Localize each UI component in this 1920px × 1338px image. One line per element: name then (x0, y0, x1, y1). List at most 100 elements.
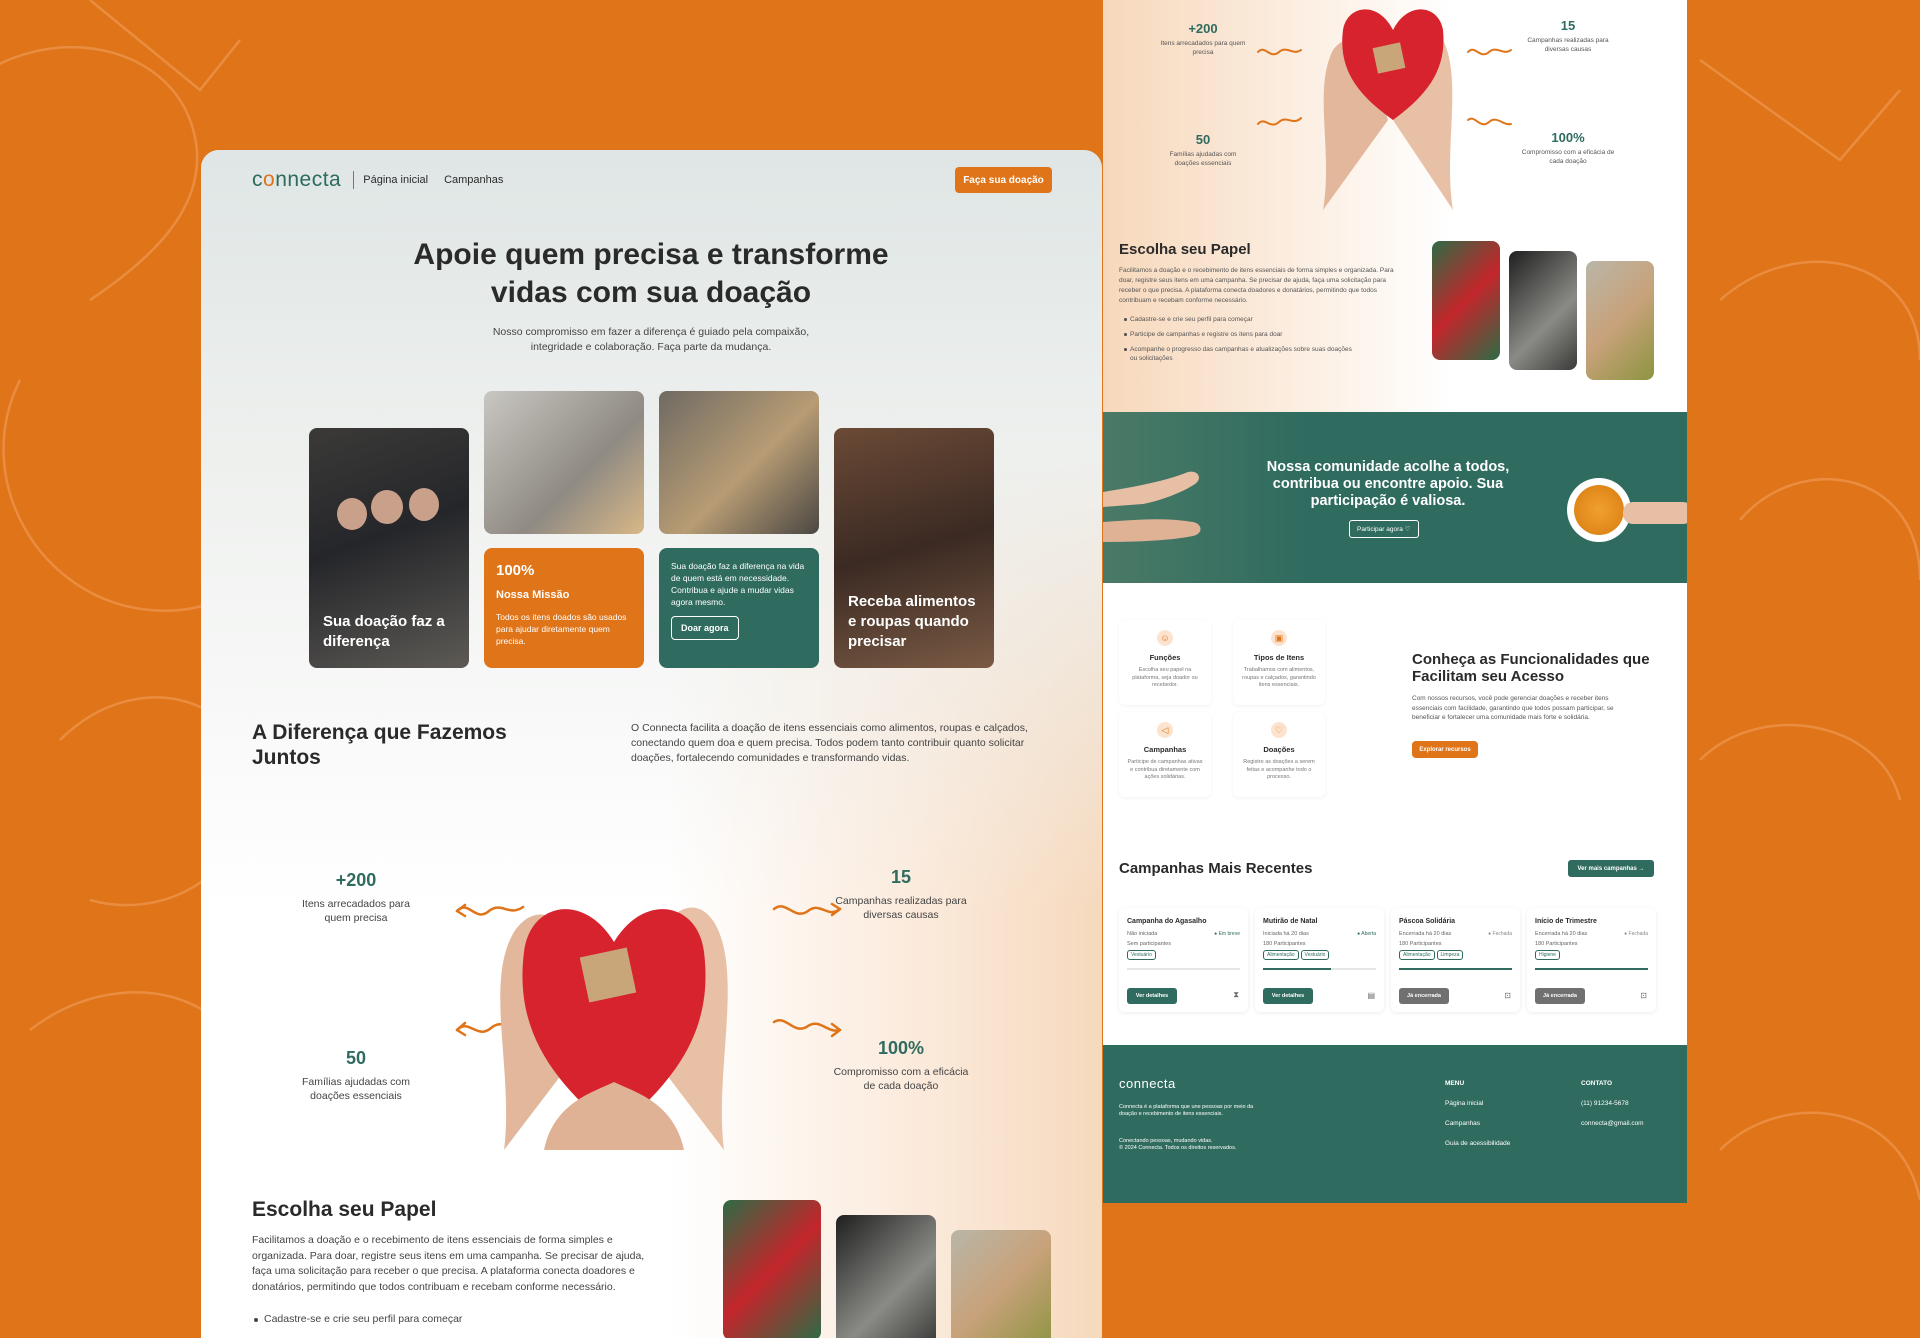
footer-link-accessibility[interactable]: Guia de acessibilidade (1445, 1140, 1510, 1147)
stat-value: 50 (345, 1048, 367, 1068)
campaign-participants: 180 Participantes (1535, 941, 1578, 947)
stat-value: +200 (335, 870, 377, 890)
status-text: Em breve (1218, 931, 1240, 937)
campaign-card[interactable]: Início de Trimestre Encerrada há 20 dias… (1527, 908, 1656, 1012)
nav-link-home[interactable]: Página inicial (363, 174, 428, 186)
cta-card-text: Sua doação faz a diferença na vida de qu… (671, 561, 805, 607)
category-tag: Alimentação (1263, 950, 1299, 960)
role-text: Facilitamos a doação e o recebimento de … (1119, 267, 1394, 304)
footer-copyright: © 2024 Connecta. Todos os direitos reser… (1119, 1145, 1237, 1151)
closed-button[interactable]: Já encerrada (1399, 988, 1449, 1004)
campaign-date: Encerrada há 20 dias (1535, 931, 1588, 937)
stat-value: +200 (1188, 21, 1218, 36)
category-tag: Vestuário (1127, 950, 1156, 960)
stat-families: 50 Famílias ajudadas com doações essenci… (291, 1048, 421, 1103)
child-face (371, 490, 403, 524)
stat-items: +200 Itens arrecadados para quem precisa (1158, 21, 1248, 57)
child-photo (1586, 261, 1654, 380)
category-tag: Vestuário (1300, 950, 1330, 960)
feature-text: Participe de campanhas ativas e contribu… (1127, 759, 1203, 780)
status-text: Fechada (1492, 931, 1512, 937)
arrow-right-icon: → (1638, 865, 1645, 872)
status-text: Aberta (1361, 931, 1376, 937)
closed-button[interactable]: Já encerrada (1535, 988, 1585, 1004)
campaign-progress (1127, 968, 1240, 970)
arrow-squiggle-icon (1467, 48, 1512, 56)
explore-features-button[interactable]: Explorar recursos (1412, 741, 1478, 758)
nav-link-campaigns[interactable]: Campanhas (444, 174, 503, 186)
food-box-photo (659, 391, 819, 534)
role-bullet: Cadastre-se e crie seu perfil para começ… (1124, 315, 1360, 324)
footer-email[interactable]: connecta@gmail.com (1581, 1120, 1644, 1127)
role-title: Escolha seu Papel (1119, 241, 1251, 258)
features-text: Com nossos recursos, você pode gerenciar… (1412, 695, 1614, 721)
footer: connecta Connecta é a plataforma que une… (1103, 1045, 1687, 1203)
logo[interactable]: connecta (252, 168, 341, 192)
category-tag: Limpeza (1436, 950, 1464, 960)
role-title: Escolha seu Papel (252, 1198, 437, 1221)
difference-text: O Connecta facilita a doação de itens es… (631, 722, 1028, 764)
landing-page-mockup-scrolled: +200 Itens arrecadados para quem precisa… (1103, 0, 1687, 1203)
heart-hand-icon: ♡ (1271, 722, 1287, 738)
arrow-squiggle-icon (772, 902, 842, 917)
campaign-participants: 180 Participantes (1263, 941, 1306, 947)
campaign-name: Campanha do Agasalho (1127, 918, 1207, 925)
view-details-button[interactable]: Ver detalhes (1127, 988, 1177, 1004)
status-badge: ● Em breve (1214, 931, 1240, 937)
calendar-icon: ▤ (1367, 991, 1375, 1000)
stat-label: Campanhas realizadas para diversas causa… (1527, 37, 1609, 53)
campaign-card[interactable]: Campanha do Agasalho Não iniciada ● Em br… (1119, 908, 1248, 1012)
kids-photo-card: Receba alimentos e roupas quando precisa… (834, 428, 994, 668)
category-tag: Higiene (1535, 950, 1560, 960)
feature-title: Doações (1263, 745, 1295, 754)
hero-subtitle: Nosso compromisso em fazer a diferença é… (492, 326, 810, 353)
view-details-button[interactable]: Ver detalhes (1263, 988, 1313, 1004)
difference-title: A Diferença que Fazemos Juntos (252, 721, 507, 769)
child-face (409, 488, 439, 521)
donation-box-photo (484, 391, 644, 534)
mission-card: 100% Nossa Missão Todos os itens doados … (484, 548, 644, 668)
mission-title: Nossa Missão (496, 589, 570, 601)
child-face (337, 498, 367, 530)
stat-label: Itens arrecadados para quem precisa (302, 898, 410, 924)
box-icon: ▣ (1271, 630, 1287, 646)
donated-items-photo (1432, 241, 1500, 360)
category-tag: Alimentação (1399, 950, 1435, 960)
cta-card: Sua doação faz a diferença na vida de qu… (659, 548, 819, 668)
feature-text: Trabalhamos com alimentos, roupas e calç… (1242, 667, 1316, 688)
donate-button[interactable]: Faça sua doação (955, 167, 1052, 193)
top-navigation: connecta Página inicial Campanhas Faça s… (252, 164, 1052, 196)
feature-card-donations: ♡ Doações Registre as doações a serem fe… (1233, 712, 1325, 797)
footer-link-campaigns[interactable]: Campanhas (1445, 1120, 1480, 1127)
stat-value: 100% (1551, 130, 1585, 145)
stat-value: 100% (877, 1038, 925, 1058)
campaign-participants: 180 Participantes (1399, 941, 1442, 947)
footer-link-home[interactable]: Página inicial (1445, 1100, 1483, 1107)
nav-divider (353, 171, 355, 189)
arrow-squiggle-icon (772, 1019, 842, 1038)
card-caption: Sua doação faz a diferença (323, 613, 445, 650)
footer-logo[interactable]: connecta (1119, 1076, 1176, 1091)
feature-title: Campanhas (1143, 745, 1187, 754)
footer-phone[interactable]: (11) 91234-5678 (1581, 1100, 1629, 1107)
children-photo-card: Sua doação faz a diferença (309, 428, 469, 668)
donate-now-button[interactable]: Doar agora (671, 616, 739, 640)
footer-menu-title: MENU (1445, 1080, 1465, 1087)
hand-image (1623, 502, 1687, 524)
stat-items: +200 Itens arrecadados para quem precisa (291, 870, 421, 925)
campaign-card[interactable]: Páscoa Solidária Encerrada há 20 dias ● F… (1391, 908, 1520, 1012)
participate-button[interactable]: Participar agora ♡ (1349, 520, 1419, 538)
footer-description: Connecta é a plataforma que une pessoas … (1119, 1104, 1254, 1117)
status-text: Fechada (1628, 931, 1648, 937)
mission-text: Todos os itens doados são usados para aj… (496, 612, 627, 646)
campaign-card[interactable]: Mutirão de Natal Iniciada há 20 dias ● Ab… (1255, 908, 1384, 1012)
food-sharing-photo (836, 1215, 936, 1338)
megaphone-icon: ◁ (1157, 722, 1173, 738)
lock-icon: ⊡ (1504, 991, 1511, 1000)
feature-title: Funções (1149, 653, 1181, 662)
stat-label: Itens arrecadados para quem precisa (1160, 40, 1246, 56)
donated-items-photo (723, 1200, 821, 1338)
more-campaigns-button[interactable]: Ver mais campanhas → (1568, 860, 1654, 877)
status-badge: ● Fechada (1624, 931, 1648, 937)
arrow-squiggle-icon (1257, 117, 1302, 126)
